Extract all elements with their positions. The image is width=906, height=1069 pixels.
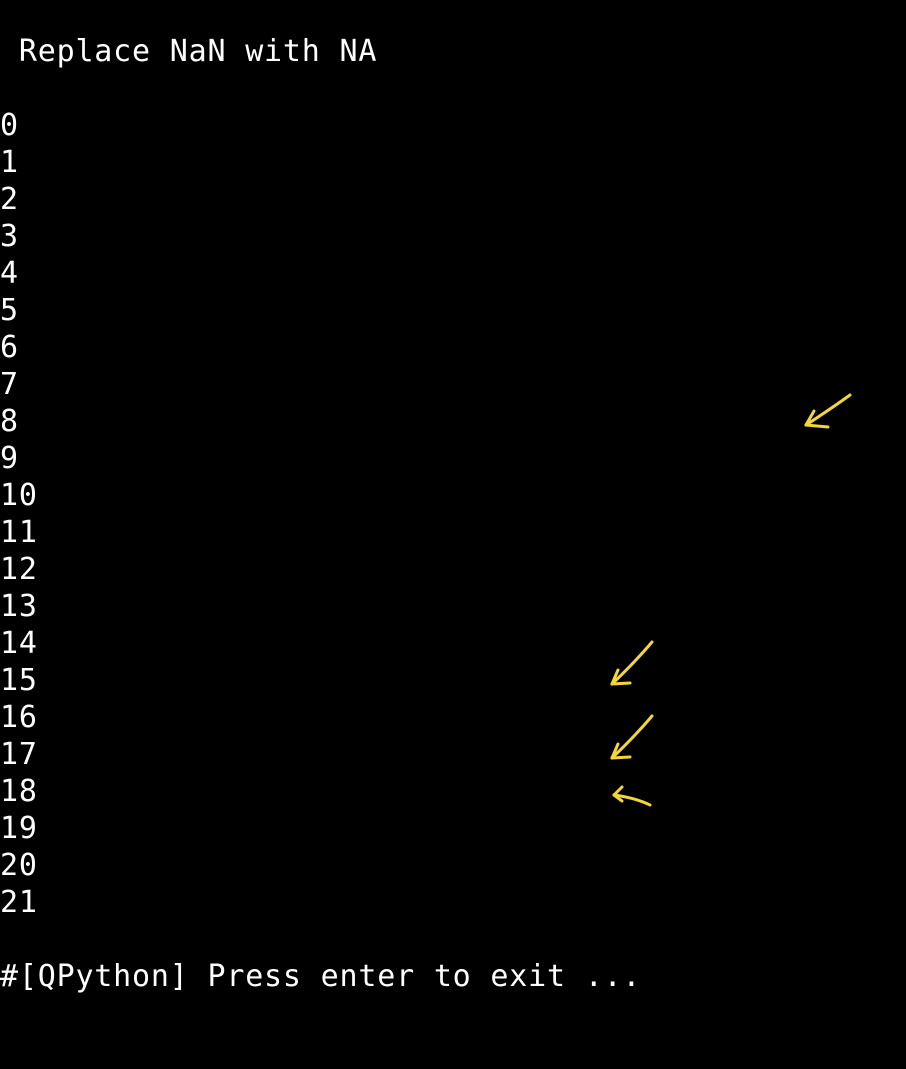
row-index: 11 xyxy=(0,515,38,550)
row-index: 7 xyxy=(0,367,19,402)
row-index: 17 xyxy=(0,737,38,772)
annotation-arrow-icon xyxy=(612,785,652,807)
row-index: 16 xyxy=(0,700,38,735)
exit-prompt-line: #[QPython] Press enter to exit ... xyxy=(0,958,640,995)
title-text: Replace NaN with NA xyxy=(0,34,378,69)
row-index: 13 xyxy=(0,589,38,624)
annotation-arrow-icon xyxy=(610,640,654,686)
annotation-arrows xyxy=(610,393,852,807)
annotation-arrow-icon xyxy=(804,393,852,429)
row-index: 14 xyxy=(0,626,38,661)
row-index: 20 xyxy=(0,848,38,883)
row-index: 10 xyxy=(0,478,38,513)
row-index: 19 xyxy=(0,811,38,846)
row-index: 2 xyxy=(0,182,19,217)
row-index: 18 xyxy=(0,774,38,809)
row-index: 1 xyxy=(0,145,19,180)
exit-prompt[interactable]: #[QPython] Press enter to exit ... xyxy=(0,958,641,995)
row-index: 6 xyxy=(0,330,19,365)
row-index: 15 xyxy=(0,663,38,698)
row-index: 8 xyxy=(0,404,19,439)
annotation-arrow-icon xyxy=(610,714,654,760)
row-index: 4 xyxy=(0,256,19,291)
row-index: 12 xyxy=(0,552,38,587)
row-index: 9 xyxy=(0,441,19,476)
title-line: Replace NaN with NA xyxy=(0,33,377,70)
row-index: 21 xyxy=(0,885,38,920)
row-index: 5 xyxy=(0,293,19,328)
row-index: 3 xyxy=(0,219,19,254)
row-index: 0 xyxy=(0,108,19,143)
